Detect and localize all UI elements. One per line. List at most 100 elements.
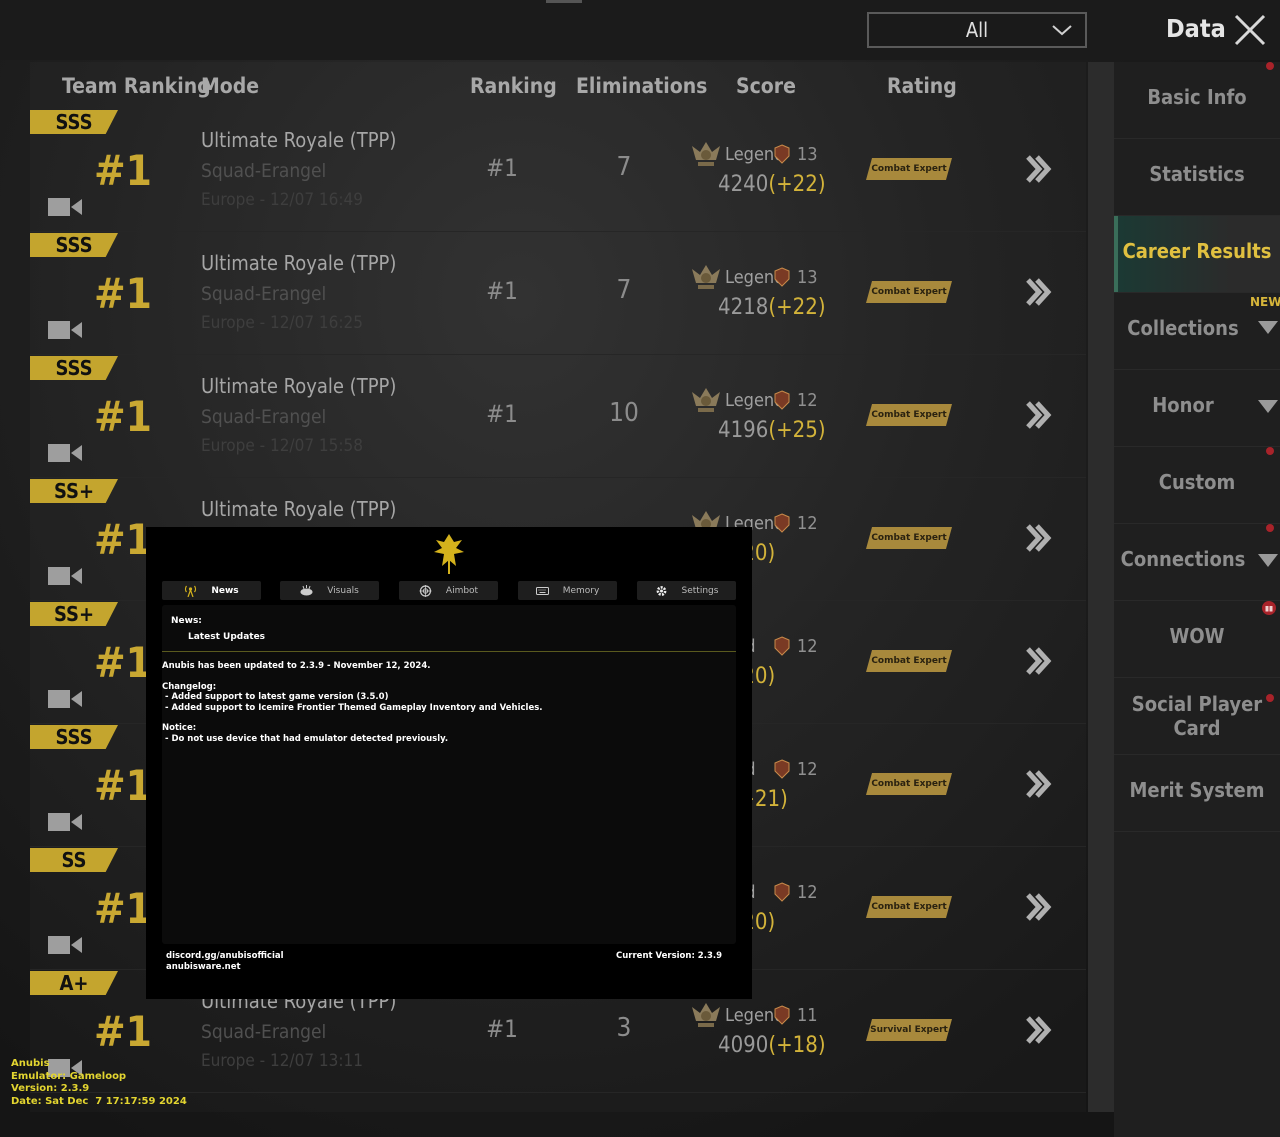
col-header-ranking: Ranking xyxy=(470,74,557,98)
sidebar-item-custom[interactable]: Custom xyxy=(1114,447,1280,524)
page-title: Data xyxy=(1166,14,1226,43)
chevron-down-icon xyxy=(1258,400,1278,413)
sidebar-item-label: Merit System xyxy=(1129,778,1265,802)
gear-icon xyxy=(656,585,666,596)
col-header-rating: Rating xyxy=(887,74,957,98)
tier-level: 12 xyxy=(797,390,818,411)
team-rank: #1 xyxy=(94,515,152,564)
notification-dot xyxy=(1266,62,1274,70)
arrow-right-icon[interactable] xyxy=(1024,277,1054,307)
arrow-right-icon[interactable] xyxy=(1024,646,1054,676)
sidebar-item-statistics[interactable]: Statistics xyxy=(1114,139,1280,216)
video-camera-icon[interactable] xyxy=(47,565,83,587)
tier-level: 13 xyxy=(797,144,818,165)
sidebar-item-label: Basic Info xyxy=(1147,85,1247,109)
sidebar-item-honor[interactable]: Honor xyxy=(1114,370,1280,447)
arrow-right-icon[interactable] xyxy=(1024,892,1054,922)
changelog-title: Changelog: xyxy=(162,681,217,692)
tab-settings[interactable]: Settings xyxy=(637,581,736,600)
news-body: Anubis has been updated to 2.3.9 - Novem… xyxy=(162,661,732,744)
tab-memory-label: Memory xyxy=(562,585,600,596)
match-mode: Ultimate Royale (TPP) xyxy=(201,128,397,152)
antenna-icon xyxy=(185,585,197,597)
team-rank: #1 xyxy=(94,1007,152,1056)
top-notch xyxy=(546,0,582,3)
cheat-menu-panel: News Visuals Aimbot Memory Settings News… xyxy=(146,527,752,999)
rating-badge: Combat Expert xyxy=(866,281,952,303)
sidebar-item-label: Statistics xyxy=(1149,162,1245,186)
arrow-right-icon[interactable] xyxy=(1024,769,1054,799)
arrow-right-icon[interactable] xyxy=(1024,523,1054,553)
col-header-eliminations: Eliminations xyxy=(576,74,708,98)
match-ranking: #1 xyxy=(486,1015,518,1043)
anubis-logo-icon xyxy=(434,534,464,574)
legend-tier-icon xyxy=(692,265,720,289)
overlay-emulator: Emulator: Gameloop xyxy=(11,1070,127,1082)
score: 4090(+18) xyxy=(718,1033,826,1058)
tab-settings-label: Settings xyxy=(681,585,719,596)
video-camera-icon[interactable] xyxy=(47,811,83,833)
grade-badge: SS+ xyxy=(30,479,118,503)
notification-dot xyxy=(1266,447,1274,455)
sidebar-item-label: Social Player Card xyxy=(1131,692,1263,740)
match-mode: Ultimate Royale (TPP) xyxy=(201,497,397,521)
arrow-right-icon[interactable] xyxy=(1024,1015,1054,1045)
arrow-right-icon[interactable] xyxy=(1024,400,1054,430)
match-ranking: #1 xyxy=(486,277,518,305)
mode-filter-select[interactable]: All xyxy=(867,12,1087,48)
score-delta: (+22) xyxy=(768,295,826,320)
chevron-down-icon xyxy=(1052,25,1072,36)
tab-visuals-label: Visuals xyxy=(327,585,359,596)
changelog-item: - Added support to latest game version (… xyxy=(162,692,389,702)
grade-badge: SSS xyxy=(30,110,118,134)
career-result-row[interactable]: SSS #1 Ultimate Royale (TPP) Squad-Erangel E… xyxy=(30,356,1086,478)
tab-news[interactable]: News xyxy=(162,581,261,600)
close-icon[interactable] xyxy=(1232,12,1268,48)
rating-badge: Combat Expert xyxy=(866,158,952,180)
website-link[interactable]: anubisware.net xyxy=(166,962,284,973)
grade-badge: SSS xyxy=(30,233,118,257)
career-result-row[interactable]: SSS #1 Ultimate Royale (TPP) Squad-Erangel E… xyxy=(30,233,1086,355)
tab-memory[interactable]: Memory xyxy=(518,581,617,600)
match-ranking: #1 xyxy=(486,154,518,182)
sidebar-item-basic-info[interactable]: Basic Info xyxy=(1114,62,1280,139)
tier-badge-icon xyxy=(774,636,790,656)
notification-dot xyxy=(1266,694,1274,702)
video-camera-icon[interactable] xyxy=(47,196,83,218)
sidebar-item-career-results[interactable]: Career Results xyxy=(1114,216,1280,293)
match-map: Squad-Erangel xyxy=(201,283,327,305)
news-separator xyxy=(162,651,736,652)
video-camera-icon[interactable] xyxy=(47,442,83,464)
match-map: Squad-Erangel xyxy=(201,1021,327,1043)
sidebar-item-wow[interactable]: WOW xyxy=(1114,601,1280,678)
rating-badge: Survival Expert xyxy=(866,1019,952,1041)
match-eliminations: 10 xyxy=(609,398,639,428)
sidebar-item-label: Honor xyxy=(1152,393,1214,417)
tab-aimbot-label: Aimbot xyxy=(445,585,479,596)
team-rank: #1 xyxy=(94,269,152,318)
sidebar-item-social-player-card[interactable]: Social Player Card xyxy=(1114,678,1280,755)
match-eliminations: 7 xyxy=(616,275,632,305)
tab-aimbot[interactable]: Aimbot xyxy=(399,581,498,600)
sidebar-item-merit-system[interactable]: Merit System xyxy=(1114,755,1280,832)
team-rank: #1 xyxy=(94,146,152,195)
video-camera-icon[interactable] xyxy=(47,319,83,341)
video-camera-icon[interactable] xyxy=(47,688,83,710)
tab-visuals[interactable]: Visuals xyxy=(280,581,379,600)
discord-link[interactable]: discord.gg/anubisofficial xyxy=(166,951,284,962)
tier-level: 12 xyxy=(797,759,818,780)
sidebar-item-label: Connections xyxy=(1120,547,1246,571)
score-value: 4090 xyxy=(718,1033,769,1058)
team-rank: #1 xyxy=(94,392,152,441)
overlay-name: Anubis xyxy=(11,1058,50,1069)
grade-badge: SSS xyxy=(30,725,118,749)
match-ranking: #1 xyxy=(486,400,518,428)
video-camera-icon[interactable] xyxy=(47,934,83,956)
arrow-right-icon[interactable] xyxy=(1024,154,1054,184)
sidebar-item-connections[interactable]: Connections xyxy=(1114,524,1280,601)
legend-tier-icon xyxy=(692,388,720,412)
legend-tier-icon xyxy=(692,1003,720,1027)
table-scrollbar[interactable] xyxy=(1088,62,1114,1112)
career-result-row[interactable]: SSS #1 Ultimate Royale (TPP) Squad-Erangel E… xyxy=(30,110,1086,232)
team-rank: #1 xyxy=(94,638,152,687)
